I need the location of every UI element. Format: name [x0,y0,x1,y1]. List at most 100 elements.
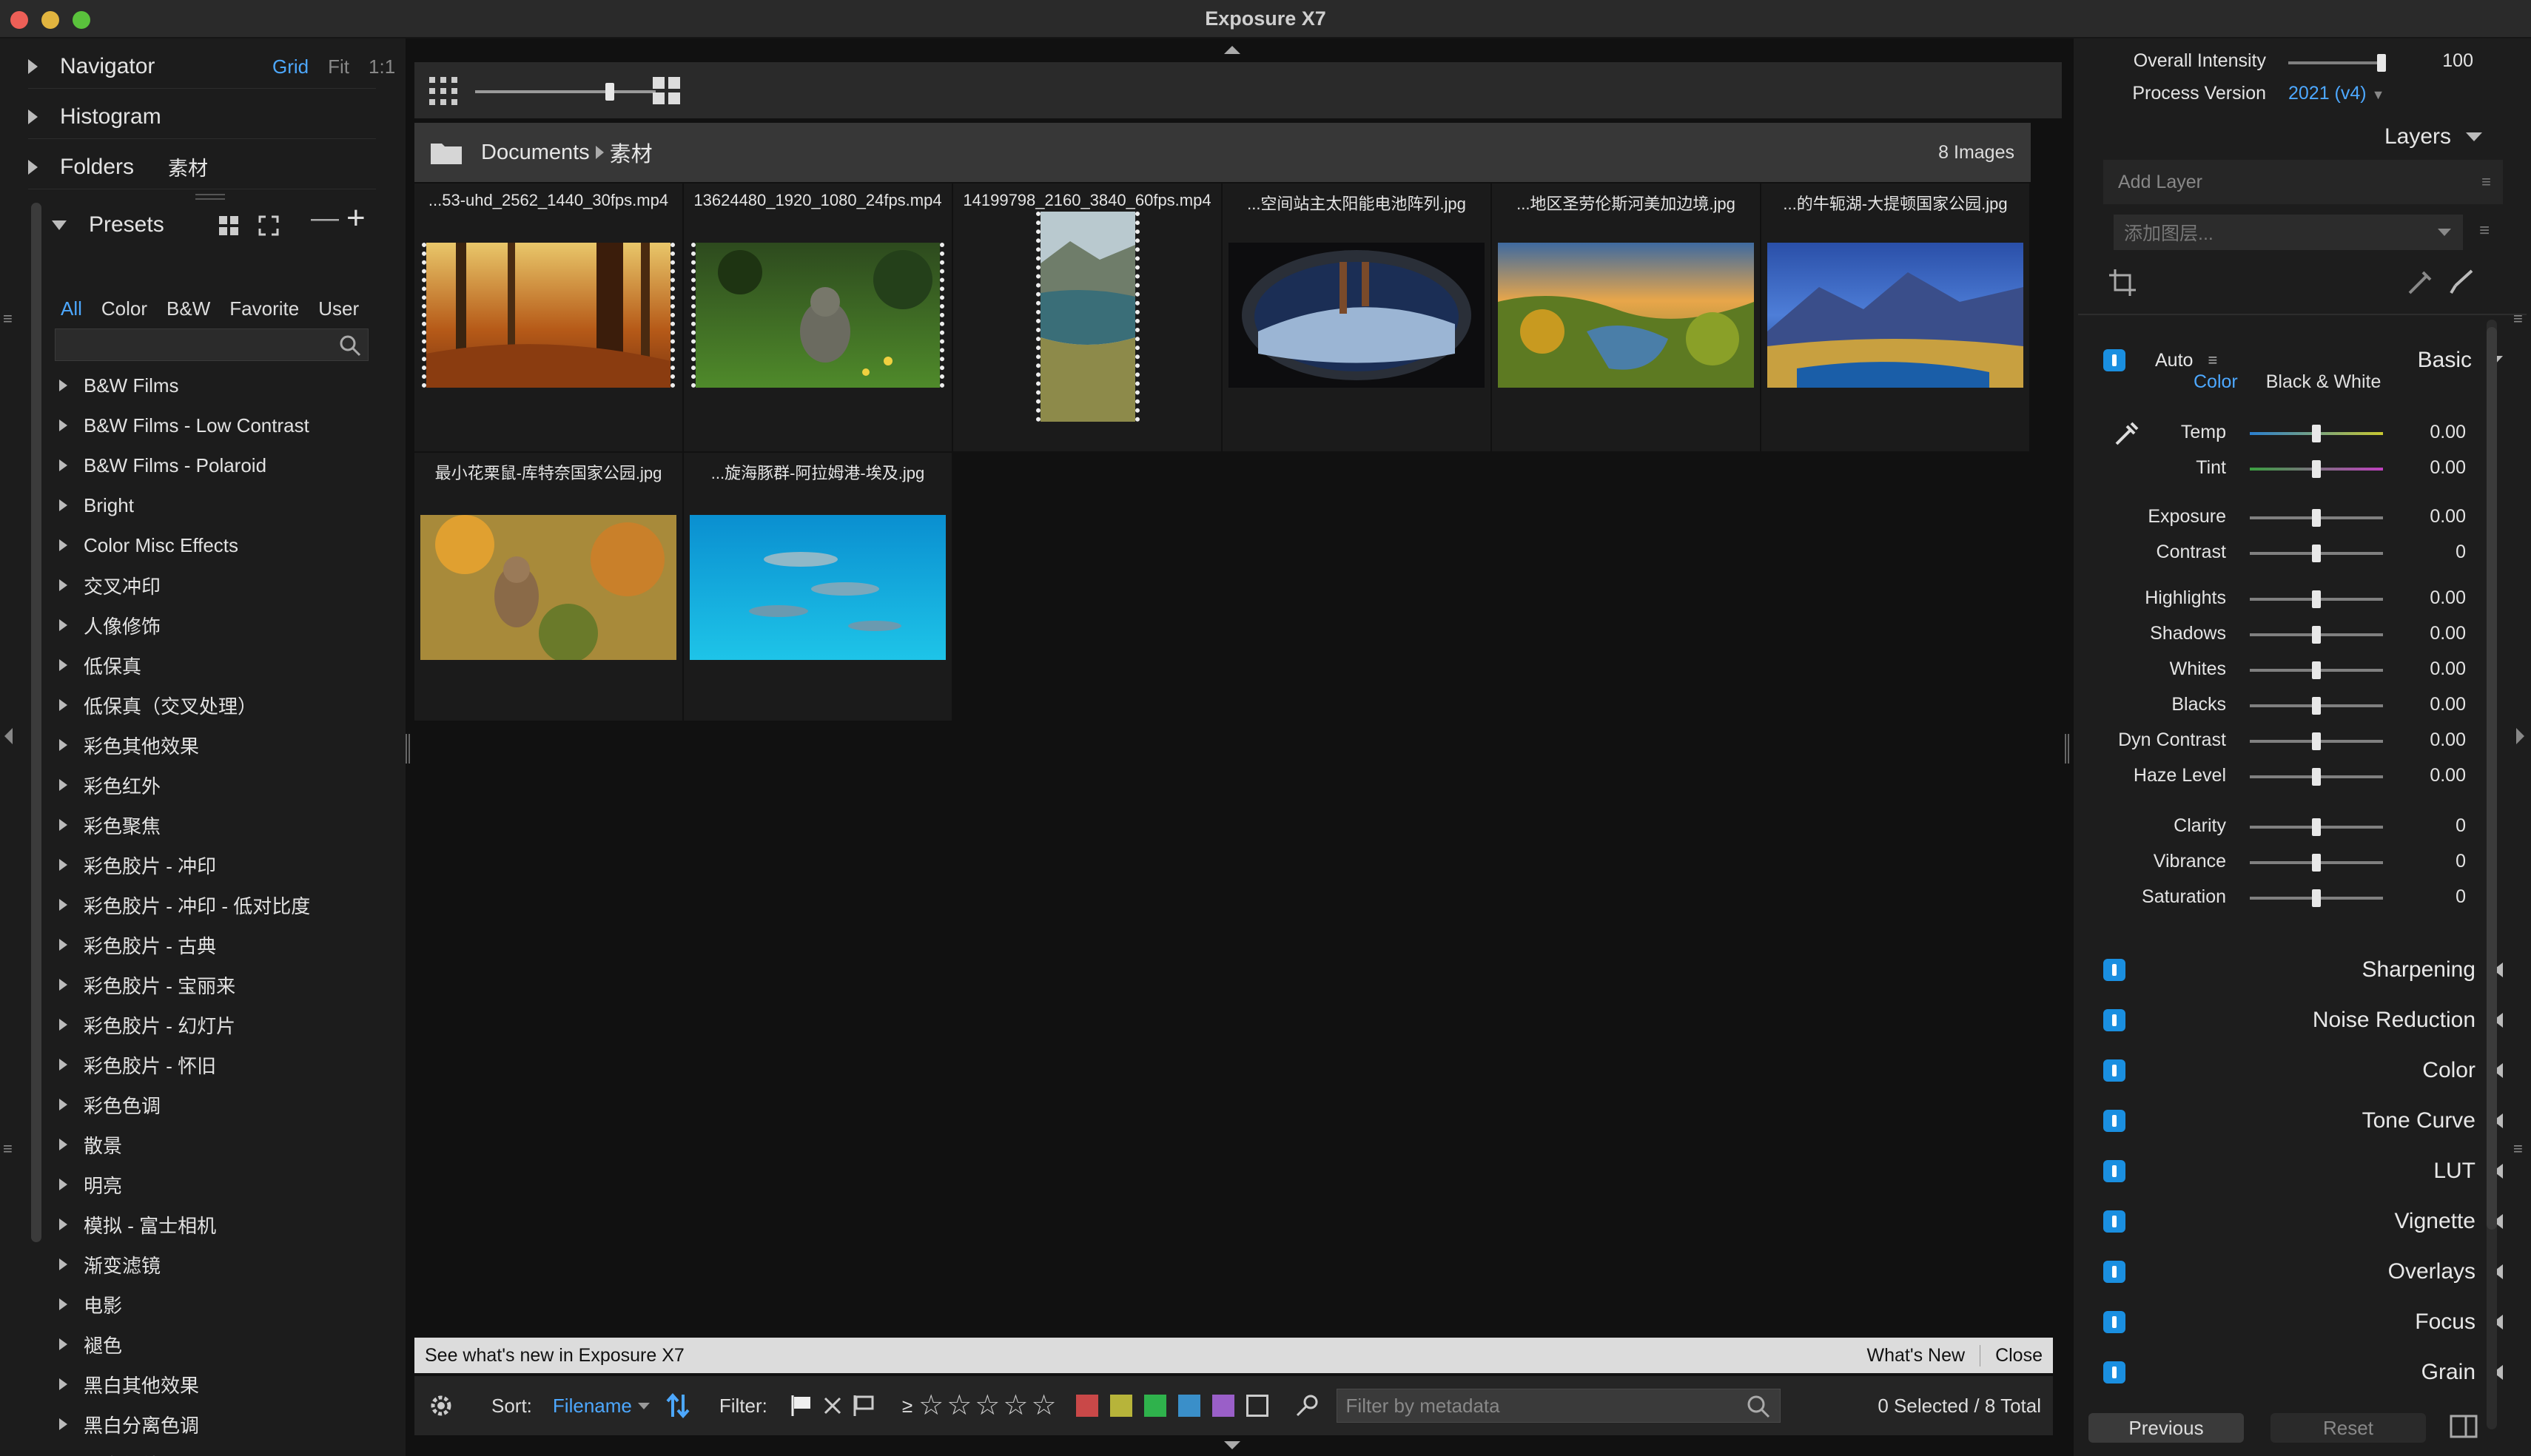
adjustment-slider[interactable] [2250,460,2383,478]
metadata-filter-input[interactable]: Filter by metadata [1336,1389,1781,1423]
large-grid-icon[interactable] [653,77,681,105]
breadcrumb-current[interactable]: 素材 [610,137,653,168]
left-panel-menu-icon[interactable]: ≡ [3,309,13,328]
section-header[interactable]: Grain [2103,1351,2503,1394]
star-filter-5[interactable]: ☆ [1031,1392,1056,1420]
preset-item[interactable]: 低保真（交叉处理） [59,685,370,725]
nav-mode-fit[interactable]: Fit [328,55,349,78]
scroll-thumb[interactable] [2487,327,2497,1230]
resize-grip-icon[interactable] [195,194,225,200]
preset-item[interactable]: 彩色红外 [59,765,370,805]
thumbnail-size-slider[interactable] [475,83,656,101]
adjustment-slider[interactable] [2250,768,2383,786]
menu-icon[interactable]: ≡ [2481,172,2491,192]
slider-knob[interactable] [2312,626,2321,644]
section-header[interactable]: Focus [2103,1301,2503,1344]
menu-icon[interactable]: ≡ [2208,351,2217,370]
preset-item[interactable]: 彩色色调 [59,1085,370,1125]
collapse-right-panel-icon[interactable] [2516,728,2524,744]
slider-knob[interactable] [2312,460,2321,478]
slider-knob[interactable] [2312,545,2321,562]
preset-item[interactable]: 彩色胶片 - 冲印 - 低对比度 [59,885,370,925]
star-filter-4[interactable]: ☆ [1003,1392,1028,1420]
collapse-left-panel-icon[interactable] [4,728,13,744]
preset-item[interactable]: 彩色胶片 - 宝丽来 [59,965,370,1005]
section-header[interactable]: Vignette [2103,1200,2503,1243]
preset-item[interactable]: 彩色胶片 - 幻灯片 [59,1005,370,1045]
process-version-select[interactable]: 2021 (v4) ▼ [2288,83,2384,104]
preset-item[interactable]: 渐变滤镜 [59,1244,370,1284]
section-toggle[interactable] [2103,1261,2125,1283]
slider-knob[interactable] [2312,509,2321,527]
thumbnail-cell[interactable]: ...空间站主太阳能电池阵列.jpg [1223,183,1490,451]
preset-item[interactable]: 黑白红外 [59,1444,370,1456]
slider-knob[interactable] [2312,732,2321,750]
thumbnail-cell[interactable]: 14199798_2160_3840_60fps.mp4 [953,183,1221,451]
section-toggle[interactable] [2103,1160,2125,1182]
slider-knob[interactable] [2312,818,2321,836]
section-header[interactable]: Overlays [2103,1250,2503,1293]
preset-item[interactable]: 电影 [59,1284,370,1324]
preset-item[interactable]: 人像修饰 [59,605,370,645]
sort-select[interactable]: Filename [553,1395,632,1418]
thumbnail-cell[interactable]: ...53-uhd_2562_1440_30fps.mp4 [414,183,682,451]
slider-knob[interactable] [2312,854,2321,872]
slider-knob[interactable] [2312,697,2321,715]
preset-item[interactable]: 彩色聚焦 [59,805,370,845]
navigator-header[interactable]: Navigator Grid Fit 1:1 [28,44,395,89]
preset-item[interactable]: B&W Films - Polaroid [59,445,370,485]
adjustment-slider[interactable] [2250,626,2383,644]
preset-item[interactable]: 黑白分离色调 [59,1404,370,1444]
remove-preset-icon[interactable]: — [311,203,339,235]
adjustment-slider[interactable] [2250,697,2383,715]
flag-filter-icon[interactable] [790,1394,813,1418]
section-toggle[interactable] [2103,1361,2125,1383]
preset-item[interactable]: 彩色胶片 - 怀旧 [59,1045,370,1085]
slider-knob[interactable] [605,83,614,101]
preset-item[interactable]: Color Misc Effects [59,525,370,565]
star-filter-1[interactable]: ☆ [918,1392,944,1420]
left-panel-menu-icon[interactable]: ≡ [3,1139,13,1159]
section-header[interactable]: Tone Curve [2103,1099,2503,1142]
color-label-purple[interactable] [1211,1395,1234,1417]
sort-order-icon[interactable] [666,1392,690,1420]
right-panel-menu-icon[interactable]: ≡ [2513,1139,2523,1159]
preset-item[interactable]: 模拟 - 富士相机 [59,1204,370,1244]
expand-view-icon[interactable] [258,215,280,237]
reject-filter-icon[interactable] [822,1395,843,1416]
preset-item[interactable]: 低保真 [59,645,370,685]
presets-header[interactable]: Presets — + [52,200,377,247]
section-header[interactable]: Noise Reduction [2103,999,2503,1042]
add-layer-row[interactable]: Add Layer ≡ [2103,160,2503,204]
basic-toggle[interactable] [2103,349,2125,371]
preset-search-input[interactable] [55,328,369,361]
preset-item[interactable]: 明亮 [59,1165,370,1204]
section-header[interactable]: Sharpening [2103,948,2503,991]
color-label-blue[interactable] [1177,1395,1200,1417]
color-label-red[interactable] [1075,1395,1098,1417]
slider-knob[interactable] [2377,54,2386,72]
metadata-filter-icon[interactable] [1295,1394,1319,1418]
right-panel-menu-icon[interactable]: ≡ [2513,309,2523,328]
previous-button[interactable]: Previous [2088,1413,2244,1443]
eyedropper-icon[interactable] [2405,268,2435,297]
right-splitter-handle[interactable] [2065,734,2069,764]
section-toggle[interactable] [2103,1311,2125,1333]
thumbnail-cell[interactable]: ...地区圣劳伦斯河美加边境.jpg [1492,183,1760,451]
thumbnail-cell[interactable]: 13624480_1920_1080_24fps.mp4 [684,183,952,451]
preset-item[interactable]: Bright [59,485,370,525]
slider-knob[interactable] [2312,590,2321,608]
preset-item[interactable]: B&W Films [59,365,370,405]
overall-intensity-slider[interactable] [2288,54,2386,72]
section-header[interactable]: Color [2103,1049,2503,1092]
add-preset-icon[interactable]: + [346,200,366,237]
layers-header[interactable]: Layers [2384,124,2483,149]
thumbnail-cell[interactable]: ...旋海豚群-阿拉姆港-埃及.jpg [684,453,952,721]
section-toggle[interactable] [2103,1009,2125,1031]
small-grid-icon[interactable] [429,77,457,105]
adjustment-slider[interactable] [2250,854,2383,872]
brush-icon[interactable] [2447,268,2476,297]
nav-mode-grid[interactable]: Grid [272,55,309,78]
preset-item[interactable]: 彩色胶片 - 冲印 [59,845,370,885]
preset-tab-bw[interactable]: B&W [167,297,210,320]
